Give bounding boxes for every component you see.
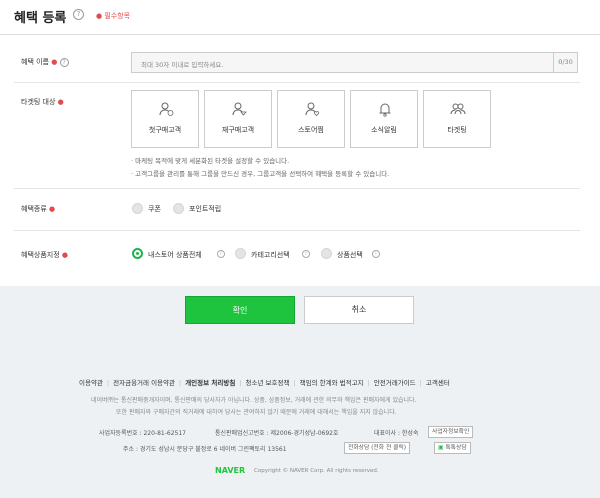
target-repeat-buyer-label: 재구매고객	[221, 126, 255, 134]
target-group[interactable]: 타겟팅	[423, 90, 491, 148]
benefit-product-label-text: 혜택상품지정	[21, 251, 60, 259]
target-group-label: 타겟팅	[447, 126, 467, 134]
divider	[14, 230, 580, 231]
targeting-note-1-text: 마케팅 목적에 맞게 세분화된 타겟을 설정할 수 있습니다.	[135, 157, 290, 165]
repeat-buyer-icon	[232, 102, 247, 116]
targeting-label-text: 타겟팅 대상	[21, 98, 56, 106]
target-repeat-buyer[interactable]: 재구매고객	[204, 90, 272, 148]
target-first-buyer[interactable]: 첫구매고객	[131, 90, 199, 148]
form-panel: 혜택 등록 ? ● 필수항목 혜택 이름 ● ? 최대 30자 이내로 입력하세…	[0, 0, 600, 286]
footer-notice-1: 네이버㈜는 통신판매중개자이며, 통신판매의 당사자가 아닙니다. 상품, 상품…	[91, 397, 417, 404]
confirm-button[interactable]: 확인	[185, 296, 295, 324]
benefit-name-label-text: 혜택 이름	[21, 58, 49, 66]
target-store-fav-label: 스토어찜	[298, 126, 324, 134]
divider	[14, 82, 580, 83]
char-max: /30	[562, 58, 573, 66]
cancel-button[interactable]: 취소	[304, 296, 414, 324]
footer-address: 주소 : 경기도 성남시 분당구 불정로 6 네이버 그린팩토리 13561	[123, 446, 287, 453]
benefit-name-label: 혜택 이름 ● ?	[21, 57, 69, 67]
radio-point[interactable]	[173, 203, 184, 214]
help-icon[interactable]: ?	[73, 9, 84, 20]
footer-link-legal[interactable]: 책임의 한계와 법적고지	[300, 377, 364, 387]
benefit-name-input[interactable]: 최대 30자 이내로 입력하세요. 0/30	[131, 52, 578, 73]
char-counter: 0/30	[553, 53, 577, 72]
footer-link-support[interactable]: 고객센터	[426, 377, 450, 387]
naver-logo: NAVER	[215, 466, 246, 475]
copyright: Copyright © NAVER Corp. All rights reser…	[254, 468, 379, 474]
radio-product[interactable]	[321, 248, 332, 259]
radio-all-products-label[interactable]: 내스토어 상품전체	[148, 250, 202, 260]
group-icon	[450, 103, 466, 115]
targeting-label: 타겟팅 대상 ●	[21, 98, 64, 106]
benefit-type-label-text: 혜택종류	[21, 205, 47, 213]
radio-category-label[interactable]: 카테고리선택	[251, 250, 290, 260]
target-news-alert-label: 소식알림	[371, 126, 397, 134]
footer-link-efinance[interactable]: 전자금융거래 이용약관	[113, 377, 175, 387]
footer-ceo: 대표이사 : 한성숙	[374, 430, 419, 437]
divider	[14, 188, 580, 189]
store-fav-icon	[305, 102, 320, 117]
radio-coupon-label[interactable]: 쿠폰	[148, 204, 161, 214]
radio-product-label[interactable]: 상품선택	[337, 250, 363, 260]
footer-links: 이용약관 | 전자금융거래 이용약관 | 개인정보 처리방침 | 청소년 보호정책 | 책임의 …	[79, 377, 450, 387]
radio-point-label[interactable]: 포인트적립	[189, 204, 221, 214]
targeting-note-1: · 마케팅 목적에 맞게 세분화된 타겟을 설정할 수 있습니다.	[131, 157, 290, 165]
target-store-fav[interactable]: 스토어찜	[277, 90, 345, 148]
talk-consult-button[interactable]: ▣ 톡톡상담	[434, 442, 471, 454]
footer-link-privacy[interactable]: 개인정보 처리방침	[185, 377, 235, 387]
target-first-buyer-label: 첫구매고객	[148, 126, 182, 134]
footer-biz-no: 사업자등록번호 : 220-81-62517	[99, 430, 186, 437]
radio-all-products[interactable]	[132, 248, 143, 259]
footer-link-terms[interactable]: 이용약관	[79, 377, 103, 387]
radio-category[interactable]	[235, 248, 246, 259]
benefit-product-label: 혜택상품지정 ●	[21, 251, 68, 259]
target-news-alert[interactable]: 소식알림	[350, 90, 418, 148]
first-buyer-icon	[159, 102, 174, 116]
info-icon[interactable]: i	[302, 250, 310, 258]
phone-consult-button[interactable]: 전화상담 (전화 전 클릭)	[344, 442, 411, 454]
targeting-note-2-text: 고객그룹을 관리를 통해 그룹을 만드신 경우, 그룹고객을 선택하여 혜택을 …	[135, 170, 390, 178]
required-note-label: 필수항목	[104, 12, 131, 20]
benefit-type-label: 혜택종류 ●	[21, 205, 56, 213]
info-icon[interactable]: i	[217, 250, 225, 258]
info-icon[interactable]: i	[372, 250, 380, 258]
chat-icon: ▣	[438, 445, 444, 451]
bell-icon	[379, 103, 391, 117]
radio-coupon[interactable]	[132, 203, 143, 214]
page-title: 혜택 등록	[14, 11, 67, 26]
footer-link-youth[interactable]: 청소년 보호정책	[246, 377, 290, 387]
page-header: 혜택 등록 ? ● 필수항목	[0, 0, 600, 35]
targeting-note-2: · 고객그룹을 관리를 통해 그룹을 만드신 경우, 그룹고객을 선택하여 혜택…	[131, 170, 390, 178]
footer-link-safe-trade[interactable]: 안전거래가이드	[374, 377, 416, 387]
biz-info-button[interactable]: 사업자정보확인	[428, 426, 474, 438]
required-note: ● 필수항목	[96, 12, 131, 20]
benefit-name-help-icon[interactable]: ?	[59, 58, 69, 67]
footer-mail-order-no: 통신판매업신고번호 : 제2006-경기성남-0692호	[215, 430, 339, 437]
footer-notice-2: 또한 판매자와 구매자간의 직거래에 대하여 당사는 관여하지 않기 때문에 거…	[116, 409, 397, 416]
talk-consult-label: 톡톡상담	[445, 445, 467, 451]
benefit-name-placeholder: 최대 30자 이내로 입력하세요.	[141, 61, 224, 69]
